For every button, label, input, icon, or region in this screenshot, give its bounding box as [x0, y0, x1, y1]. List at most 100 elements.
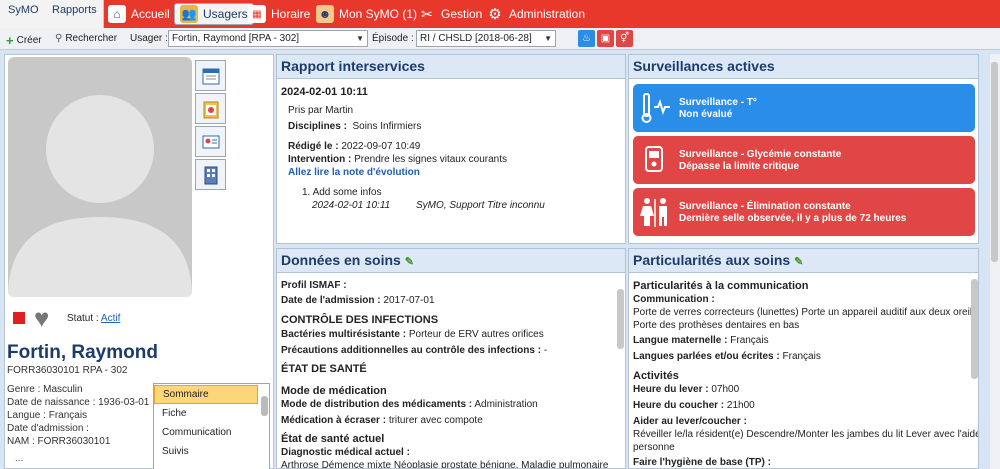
rapport-note-link[interactable]: Allez lire la note d'évolution	[288, 167, 420, 178]
toilet-icon	[637, 193, 673, 231]
episode-label: Épisode :	[372, 33, 414, 44]
user-label: Usager :	[130, 33, 168, 44]
nav-administration[interactable]: ⚙ Administration	[486, 3, 585, 25]
patient-name: Fortin, Raymond	[7, 342, 158, 363]
rapport-item: 1. Add some infos	[302, 187, 382, 198]
menu-rapports[interactable]: Rapports	[52, 4, 97, 16]
calendar-icon: ▦	[248, 5, 266, 23]
status-link[interactable]: Actif	[101, 313, 120, 324]
menu-scrollbar[interactable]	[261, 396, 268, 416]
nav-mon-symo[interactable]: ☻ Mon SyMO (1)	[316, 3, 417, 25]
chevron-down-icon: ▼	[544, 34, 552, 43]
section-activites: Activités	[633, 370, 679, 382]
precautions: Précautions additionnelles au contrôle d…	[281, 345, 548, 356]
rapport-intervention: Intervention : Prendre les signes vitaux…	[288, 154, 507, 165]
toilet-icon[interactable]: ⚥	[616, 30, 633, 47]
langues-parlees: Langues parlées et/ou écrites : Français	[633, 351, 821, 362]
alert-square-icon	[13, 312, 25, 324]
user-select[interactable]: Fortin, Raymond [RPA - 302] ▼	[168, 30, 368, 47]
users-icon: 👥	[180, 5, 198, 23]
particularites-title: Particularités aux soins	[633, 252, 791, 268]
calendar-icon	[202, 68, 219, 84]
nav-horaire[interactable]: ▦ Horaire	[248, 3, 310, 25]
patient-nav-menu: Sommaire Fiche Communication Suivis	[153, 383, 270, 469]
edit-pencil-icon[interactable]: ✎	[794, 256, 803, 268]
profil-ismaf: Profil ISMAF :	[281, 280, 347, 291]
surveillances-panel: Surveillances actives Surveillance - T° …	[628, 54, 979, 244]
patient-admission: Date d'admission :	[7, 423, 89, 434]
section-communication: Particularités à la communication	[633, 280, 809, 292]
id-card-button[interactable]	[195, 126, 226, 157]
patient-birthdate: Date de naissance : 1936-03-01	[7, 397, 150, 408]
rapport-datetime: 2024-02-01 10:11	[281, 86, 368, 98]
nav-usagers[interactable]: 👥 Usagers	[174, 3, 254, 25]
particularites-header: Particularités aux soins ✎	[629, 249, 978, 273]
clipboard-icon	[203, 101, 218, 118]
gear-icon: ⚙	[488, 6, 502, 23]
card-surveillance-temperature[interactable]: Surveillance - T° Non évalué	[633, 84, 975, 132]
aider-line-2: personne	[633, 442, 675, 453]
menu-fiche[interactable]: Fiche	[154, 405, 258, 424]
patient-gender: Genre : Masculin	[7, 384, 83, 395]
rapport-redige: Rédigé le : 2022-09-07 10:49	[288, 141, 421, 152]
communication-label: Communication :	[633, 294, 715, 305]
communication-line-1: Porte de verres correcteurs (lunettes) P…	[633, 307, 979, 318]
menu-sommaire[interactable]: Sommaire	[154, 385, 258, 404]
app-menu: SyMO Rapports	[0, 0, 104, 28]
rapport-title: Rapport interservices	[277, 55, 625, 79]
heart-icon[interactable]: ♥	[34, 305, 49, 331]
section-infections: CONTRÔLE DES INFECTIONS	[281, 314, 439, 326]
edit-pencil-icon[interactable]: ✎	[405, 256, 414, 268]
more-indicator: ...	[15, 453, 24, 464]
patient-nam: NAM : FORR36030101	[7, 436, 111, 447]
thermometer-heart-icon	[637, 89, 673, 127]
episode-select[interactable]: RI / CHSLD [2018-06-28] ▼	[416, 30, 556, 47]
heure-coucher: Heure du coucher : 21h00	[633, 400, 755, 411]
rapport-item-date: 2024-02-01 10:11	[312, 200, 391, 211]
patient-photo	[8, 57, 192, 297]
patient-language: Langue : Français	[7, 410, 88, 421]
nav-accueil[interactable]: ⌂ Accueil	[108, 3, 170, 25]
section-etat-actuel: État de santé actuel	[281, 433, 385, 445]
menu-suivis[interactable]: Suivis	[154, 443, 258, 462]
avatar-silhouette-icon	[8, 95, 192, 297]
rapport-disciplines: Disciplines : Soins Infirmiers	[288, 121, 422, 132]
rapport-panel: Rapport interservices 2024-02-01 10:11 P…	[276, 54, 626, 244]
window-scrollbar[interactable]	[991, 62, 998, 262]
id-card-icon	[202, 135, 219, 148]
bacteries: Bactéries multirésistante : Porteur de E…	[281, 329, 544, 340]
card-surveillance-elimination[interactable]: Surveillance - Élimination constante Der…	[633, 188, 975, 236]
create-button[interactable]: + Créer	[6, 33, 42, 48]
building-button[interactable]	[195, 159, 226, 190]
section-medication: Mode de médication	[281, 385, 387, 397]
menu-symo[interactable]: SyMO	[8, 4, 39, 16]
tools-icon: ✂	[421, 5, 433, 22]
donnees-panel: Données en soins ✎ Profil ISMAF : Date d…	[276, 248, 626, 469]
calendar-button[interactable]	[195, 60, 226, 91]
glucose-icon[interactable]: ▣	[597, 30, 614, 47]
rapport-item-author: SyMO, Support Titre inconnu	[416, 200, 545, 211]
home-icon: ⌂	[108, 5, 126, 23]
chevron-down-icon: ▼	[356, 34, 364, 43]
status: Statut : Actif	[67, 313, 121, 324]
donnees-title: Données en soins	[281, 252, 401, 268]
plus-icon: +	[6, 33, 14, 48]
thermometer-icon[interactable]: ♨	[578, 30, 595, 47]
communication-line-2: Porte des prothèses dentaires en bas	[633, 320, 800, 331]
aider-label: Aider au lever/coucher :	[633, 416, 747, 427]
search-button[interactable]: ⚲ Rechercher	[55, 33, 117, 44]
card-surveillance-glycemie[interactable]: Surveillance - Glycémie constante Dépass…	[633, 136, 975, 184]
langue-maternelle: Langue maternelle : Français	[633, 335, 769, 346]
surveillances-title: Surveillances actives	[629, 55, 978, 79]
patient-id: FORR36030101 RPA - 302	[7, 365, 128, 376]
menu-communication[interactable]: Communication	[154, 424, 258, 443]
date-admission: Date de l'admission : 2017-07-01	[281, 295, 435, 306]
aider-line-1: Réveiller le/la résident(e) Descendre/Mo…	[633, 429, 979, 440]
donnees-scrollbar[interactable]	[617, 289, 624, 349]
diagnostic-label: Diagnostic médical actuel :	[281, 447, 410, 458]
particularites-panel: Particularités aux soins ✎ Particularité…	[628, 248, 979, 469]
hygiene-label: Faire l'hygiène de base (TP) :	[633, 457, 771, 468]
nav-gestion[interactable]: ✂ Gestion	[418, 3, 482, 25]
clipboard-button[interactable]	[195, 93, 226, 124]
particularites-scrollbar[interactable]	[971, 279, 978, 379]
